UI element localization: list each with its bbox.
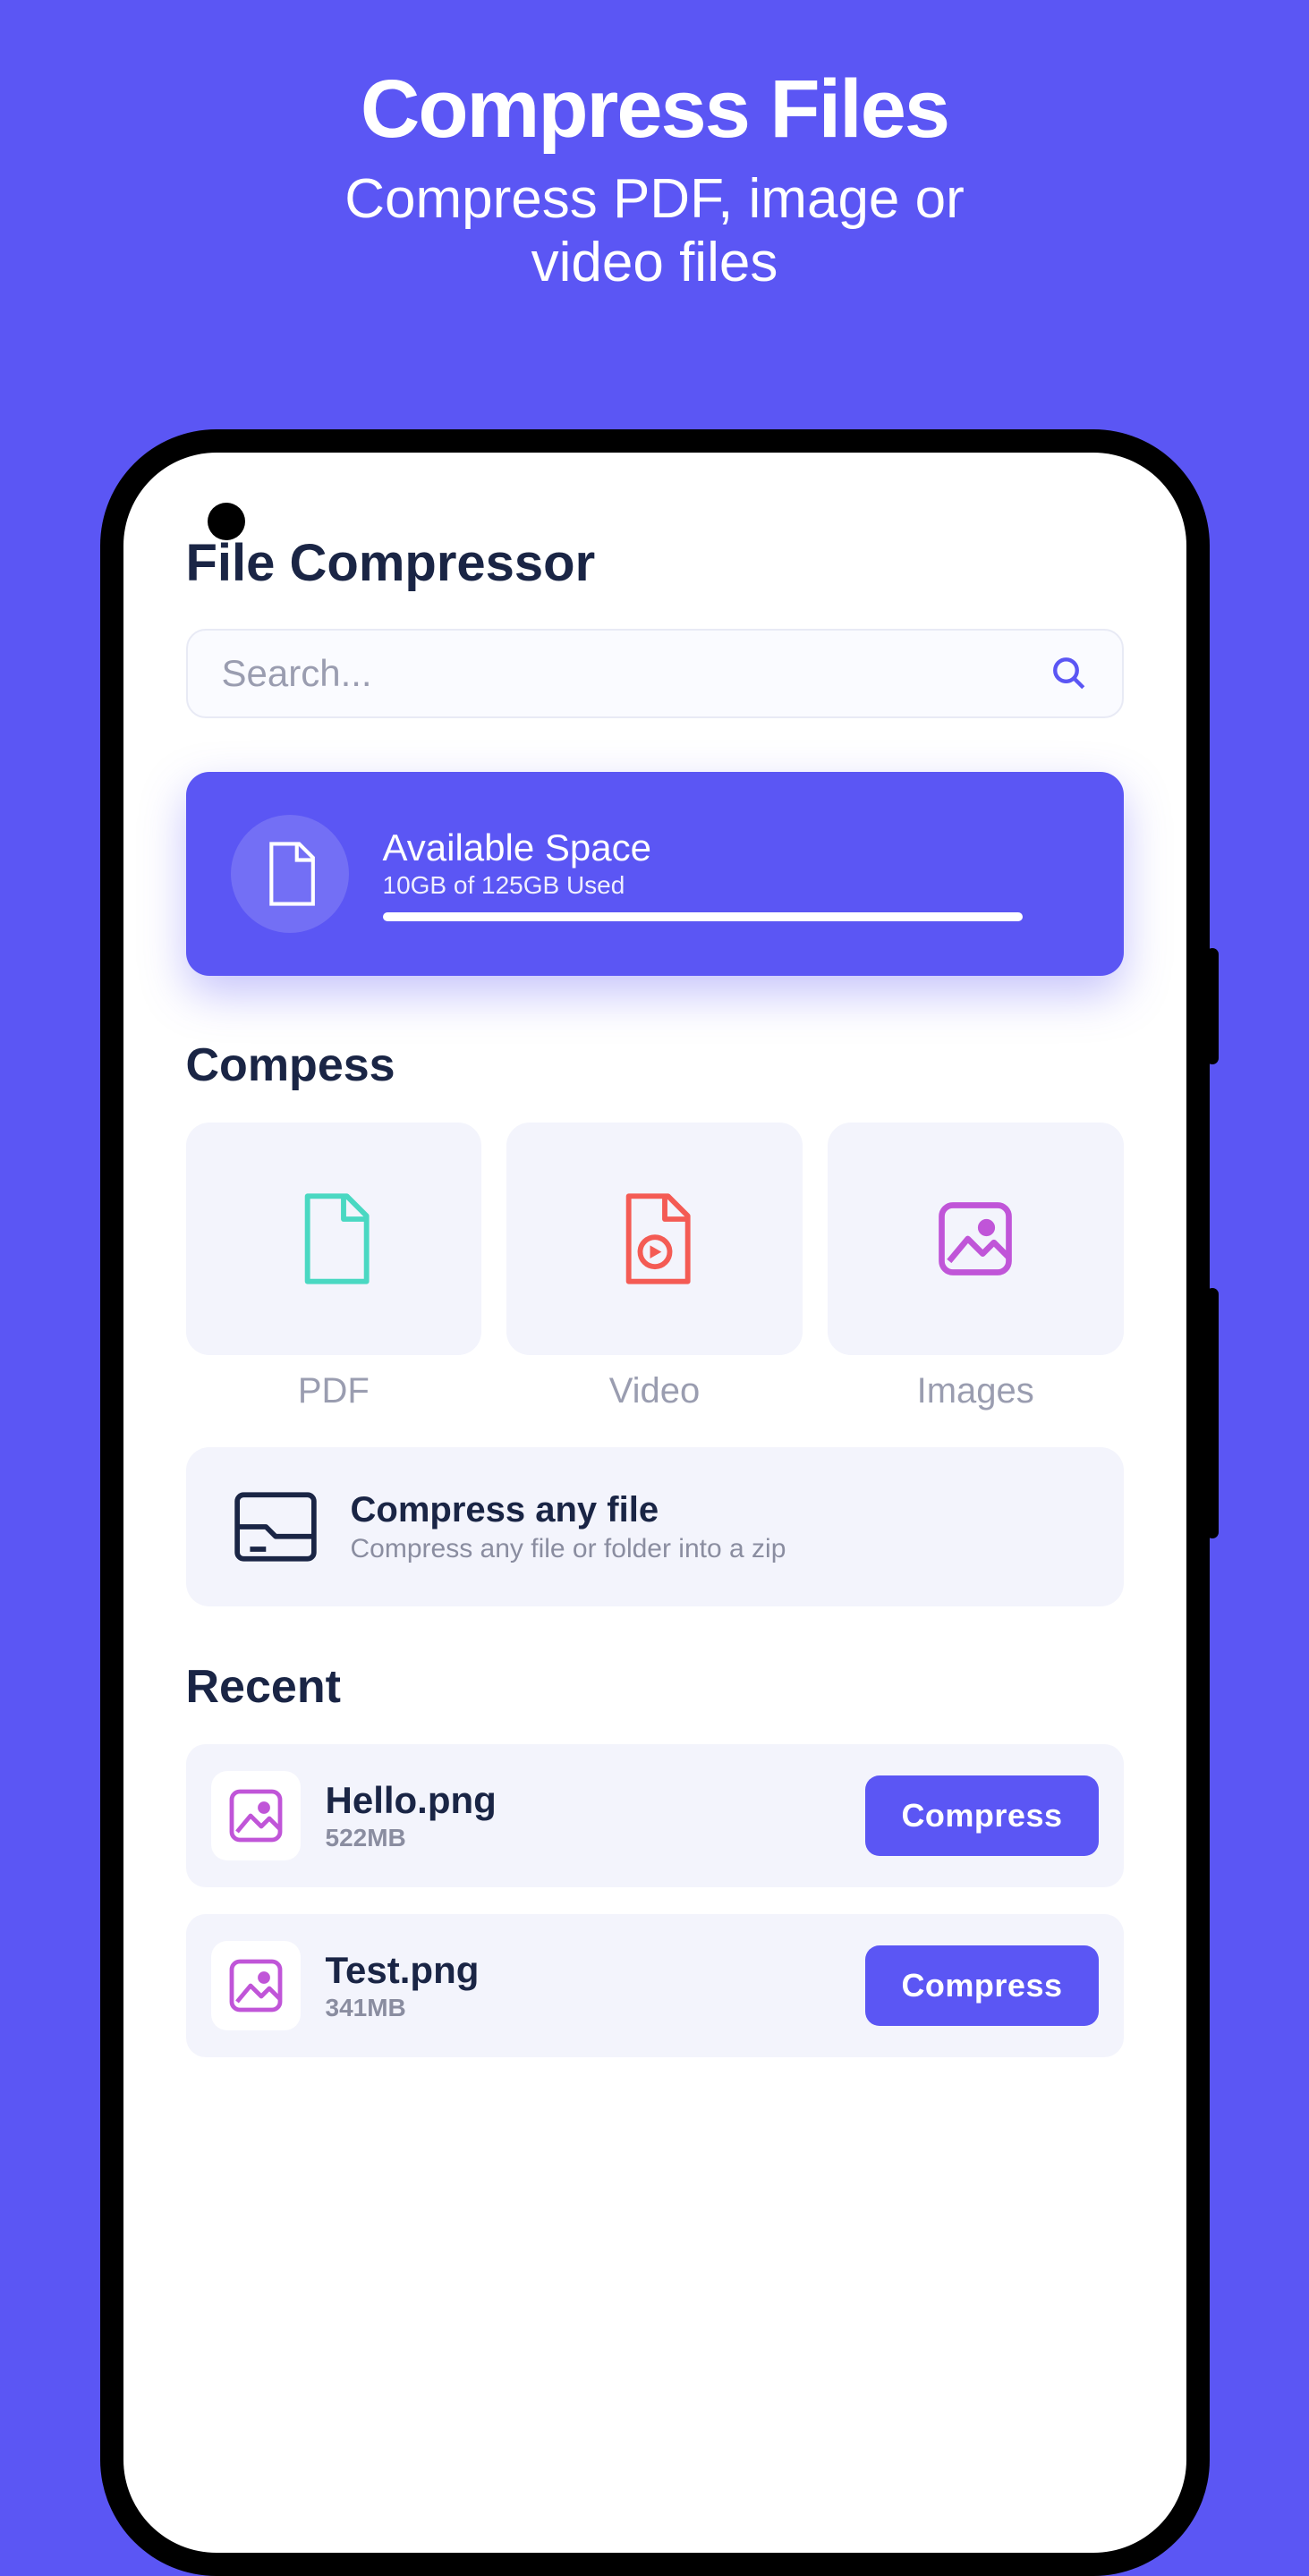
compress-images-button[interactable]: Images: [828, 1123, 1124, 1411]
zip-subtitle: Compress any file or folder into a zip: [351, 1534, 786, 1564]
search-placeholder: Search...: [222, 652, 372, 695]
compress-section-title: Compess: [186, 1038, 1124, 1092]
storage-card[interactable]: Available Space 10GB of 125GB Used: [186, 772, 1124, 976]
storage-title: Available Space: [383, 826, 1079, 869]
phone-frame: File Compressor Search... Available Spac…: [100, 429, 1210, 2576]
compress-video-button[interactable]: Video: [506, 1123, 803, 1411]
storage-subtitle: 10GB of 125GB Used: [383, 871, 1079, 900]
recent-section-title: Recent: [186, 1660, 1124, 1714]
pdf-icon: [293, 1190, 374, 1288]
phone-screen: File Compressor Search... Available Spac…: [123, 453, 1186, 2553]
phone-camera: [208, 503, 245, 540]
search-input[interactable]: Search...: [186, 629, 1124, 718]
hero-subtitle: Compress PDF, image or video files: [0, 167, 1309, 295]
image-icon: [931, 1194, 1020, 1284]
compress-label: PDF: [298, 1371, 370, 1411]
compress-label: Images: [917, 1371, 1034, 1411]
recent-file-name: Hello.png: [326, 1779, 841, 1822]
folder-icon: [231, 1487, 320, 1567]
compress-button[interactable]: Compress: [865, 1945, 1098, 2026]
compress-button[interactable]: Compress: [865, 1775, 1098, 1856]
video-icon: [615, 1190, 695, 1288]
image-icon: [211, 1941, 301, 2030]
recent-item[interactable]: Test.png 341MB Compress: [186, 1914, 1124, 2057]
recent-file-size: 341MB: [326, 1994, 841, 2022]
zip-title: Compress any file: [351, 1490, 786, 1530]
compress-label: Video: [609, 1371, 701, 1411]
recent-item[interactable]: Hello.png 522MB Compress: [186, 1744, 1124, 1887]
storage-progress-bar: [383, 912, 1024, 921]
phone-side-button: [1206, 1288, 1219, 1538]
compress-pdf-button[interactable]: PDF: [186, 1123, 482, 1411]
search-icon: [1050, 655, 1088, 692]
image-icon: [211, 1771, 301, 1860]
recent-file-size: 522MB: [326, 1824, 841, 1852]
hero-title: Compress Files: [0, 0, 1309, 157]
file-icon: [231, 815, 349, 933]
phone-side-button: [1206, 948, 1219, 1064]
recent-file-name: Test.png: [326, 1949, 841, 1992]
app-title: File Compressor: [186, 533, 1124, 593]
compress-zip-button[interactable]: Compress any file Compress any file or f…: [186, 1447, 1124, 1606]
